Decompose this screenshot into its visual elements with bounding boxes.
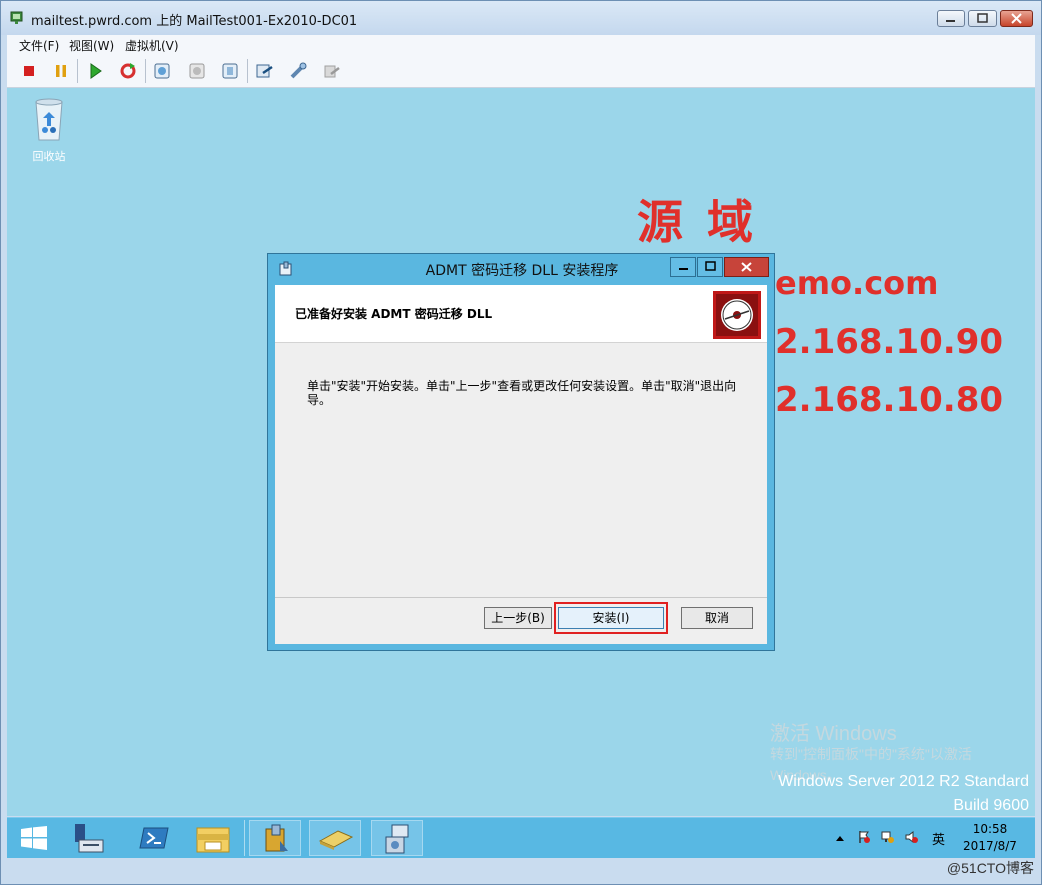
revert-icon[interactable] — [187, 61, 207, 81]
disabled-tool-icon — [324, 65, 340, 78]
snapshot-icon[interactable] — [152, 61, 172, 81]
menu-vm[interactable]: 虚拟机(V) — [125, 37, 179, 54]
tools-folder-icon — [318, 830, 354, 850]
tools-icon[interactable] — [288, 61, 308, 81]
dialog-maximize-button[interactable] — [697, 257, 723, 277]
volume-muted-icon[interactable] — [905, 830, 919, 844]
wallpaper-domain: emo.com — [775, 264, 939, 302]
dialog-footer-divider — [275, 597, 767, 598]
dialog-close-button[interactable] — [724, 257, 769, 277]
powershell-icon[interactable] — [139, 824, 169, 852]
menu-bar: 文件(F) 视图(W) 虚拟机(V) — [7, 35, 1035, 55]
title-bar: mailtest.pwrd.com 上的 MailTest001-Ex2010-… — [1, 1, 1041, 35]
server-manager-icon[interactable] — [73, 822, 107, 854]
dialog-header: 已准备好安装 ADMT 密码迁移 DLL — [275, 285, 767, 343]
taskbar: 英 10:58 2017/8/7 — [7, 817, 1035, 858]
toolbar-separator — [77, 59, 78, 83]
file-explorer-icon[interactable] — [195, 824, 231, 854]
server-edition: Windows Server 2012 R2 Standard — [778, 773, 1029, 790]
taskbar-installer-task[interactable] — [249, 820, 301, 856]
dialog-header-text: 已准备好安装 ADMT 密码迁移 DLL — [295, 307, 493, 321]
menu-file[interactable]: 文件(F) — [19, 37, 59, 54]
close-icon — [1011, 13, 1022, 24]
toolbar — [7, 55, 1035, 88]
close-button[interactable] — [1000, 10, 1033, 27]
install-button[interactable]: 安装(I) — [558, 607, 664, 629]
minimize-icon — [679, 268, 688, 270]
status-strip — [1, 858, 1041, 884]
taskbar-setup-task[interactable] — [371, 820, 423, 856]
wallpaper-ip-2: 2.168.10.80 — [775, 380, 1004, 420]
wallpaper-ip-1: 2.168.10.90 — [775, 322, 1004, 362]
dialog-body-line-1: 单击"安装"开始安装。单击"上一步"查看或更改任何安装设置。单击"取消"退出向 — [307, 379, 737, 393]
source-watermark: @51CTO博客 — [946, 860, 1034, 876]
dialog-body-line-2: 导。 — [307, 393, 332, 407]
vm-connect-icon — [10, 11, 23, 24]
dialog-content: 已准备好安装 ADMT 密码迁移 DLL 单击"安装"开始安装。单击"上一步"查… — [275, 285, 767, 644]
menu-view[interactable]: 视图(W) — [69, 37, 114, 54]
dialog-minimize-button[interactable] — [670, 257, 696, 277]
taskbar-folder-task[interactable] — [309, 820, 361, 856]
activation-line-1: 转到"控制面板"中的"系统"以激活 — [770, 746, 972, 762]
windows-start-icon[interactable] — [21, 826, 47, 850]
activation-title: 激活 Windows — [770, 723, 897, 745]
clock-time[interactable]: 10:58 — [959, 822, 1021, 836]
show-hidden-icons-icon[interactable] — [835, 834, 845, 842]
maximize-icon — [705, 261, 716, 271]
window-title: mailtest.pwrd.com 上的 MailTest001-Ex2010-… — [31, 14, 358, 29]
minimize-button[interactable] — [937, 10, 965, 27]
wallpaper-heading: 源 域 — [637, 195, 758, 249]
setup-icon — [385, 824, 409, 854]
close-icon — [741, 262, 752, 272]
vm-connection-window: mailtest.pwrd.com 上的 MailTest001-Ex2010-… — [0, 0, 1042, 885]
network-icon[interactable] — [881, 830, 895, 844]
clock-date[interactable]: 2017/8/7 — [959, 839, 1021, 853]
maximize-button[interactable] — [968, 10, 997, 27]
reset-icon[interactable] — [118, 61, 138, 81]
disk-install-icon — [713, 291, 761, 339]
server-build: Build 9600 — [953, 797, 1029, 814]
pause-icon[interactable] — [51, 61, 71, 81]
minimize-icon — [946, 20, 955, 22]
restore-icon — [977, 13, 988, 23]
back-button[interactable]: 上一步(B) — [484, 607, 552, 629]
settings-icon[interactable] — [254, 61, 274, 81]
checkpoint-icon[interactable] — [220, 61, 240, 81]
recycle-bin-label: 回收站 — [32, 150, 66, 163]
start-icon[interactable] — [85, 61, 105, 81]
recycle-bin-icon[interactable] — [31, 96, 67, 142]
input-language-indicator[interactable]: 英 — [932, 829, 945, 848]
installer-package-icon — [265, 824, 288, 852]
action-center-flag-icon[interactable] — [857, 830, 871, 844]
toolbar-separator — [145, 59, 146, 83]
cancel-button[interactable]: 取消 — [681, 607, 753, 629]
taskbar-separator — [244, 820, 245, 856]
stop-icon[interactable] — [19, 61, 39, 81]
installer-dialog: ADMT 密码迁移 DLL 安装程序 已准备好安装 ADMT 密码迁移 DLL — [267, 253, 775, 651]
toolbar-separator — [247, 59, 248, 83]
